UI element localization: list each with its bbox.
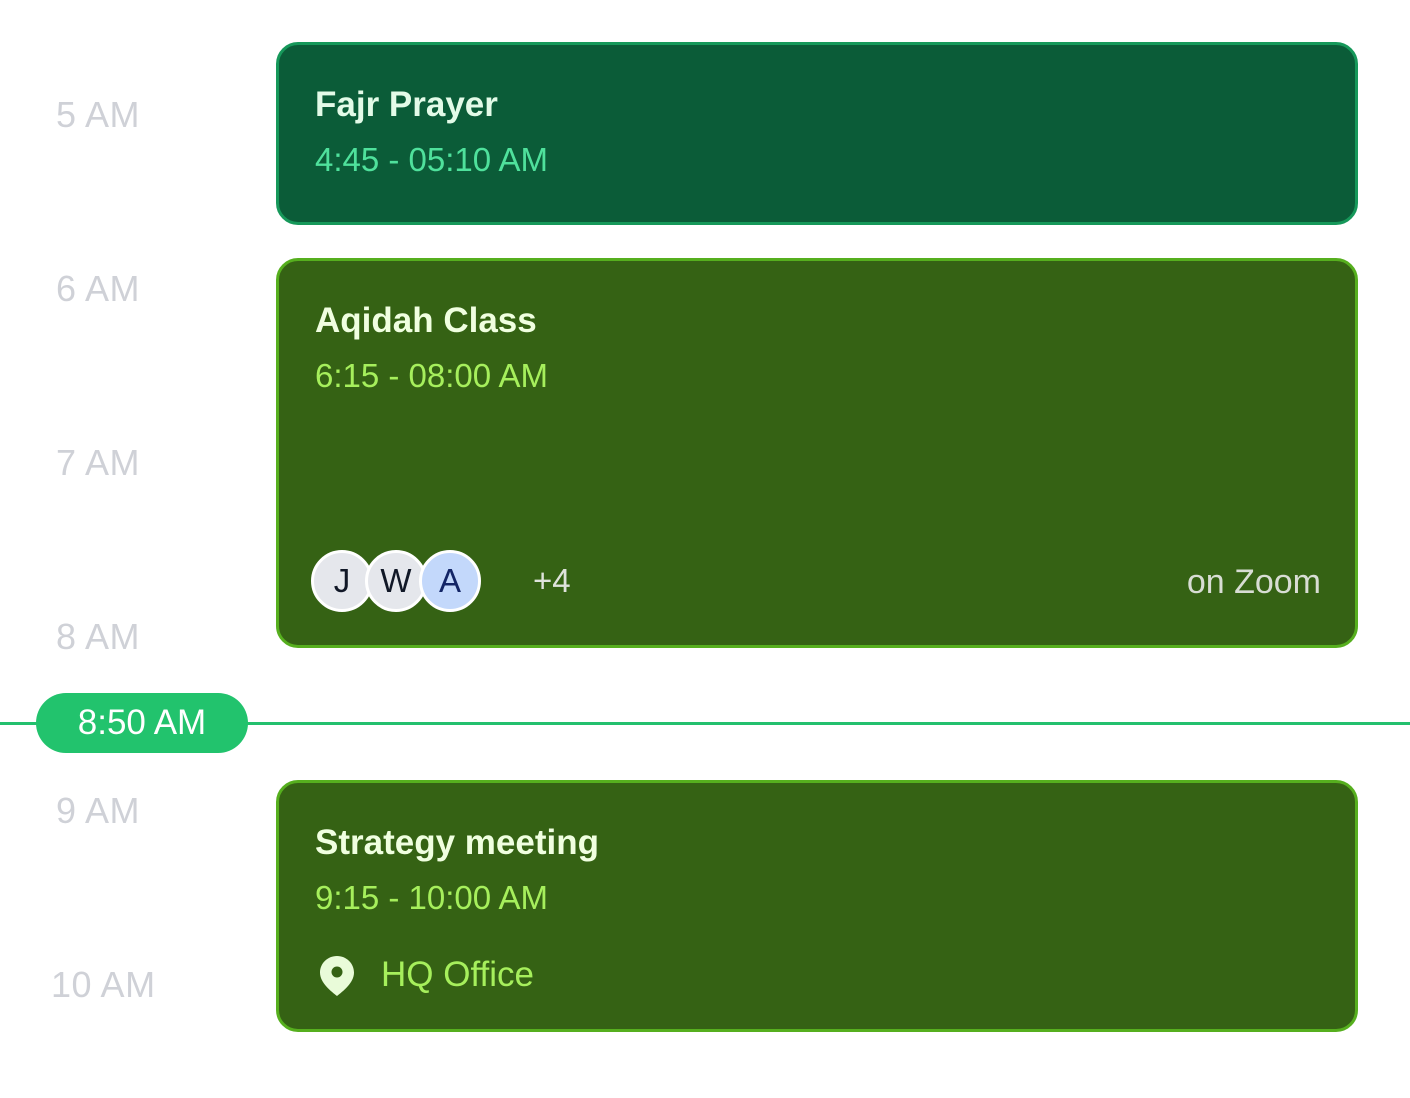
avatar[interactable]: W [365, 550, 427, 612]
event-location: on Zoom [1186, 563, 1321, 601]
hour-label-10am: 10 AM [51, 964, 156, 1005]
hour-label-6am: 6 AM [56, 268, 141, 309]
event-location: HQ Office [381, 955, 535, 994]
event-title: Aqidah Class [315, 301, 537, 340]
hour-label-9am: 9 AM [56, 790, 141, 831]
event-card-strategy-meeting[interactable]: Strategy meeting 9:15 - 10:00 AM HQ Offi… [276, 780, 1358, 1032]
event-card-aqidah-class[interactable]: Aqidah Class 6:15 - 08:00 AM J W A +4 on… [276, 258, 1358, 648]
hour-label-5am: 5 AM [56, 94, 141, 135]
event-title: Strategy meeting [315, 823, 599, 862]
more-attendees-count[interactable]: +4 [533, 562, 571, 600]
event-card-fajr-prayer[interactable]: Fajr Prayer 4:45 - 05:10 AM [276, 42, 1358, 225]
hour-label-7am: 7 AM [56, 442, 141, 483]
event-time: 9:15 - 10:00 AM [315, 879, 548, 916]
current-time-badge: 8:50 AM [36, 693, 248, 753]
map-pin-icon [320, 956, 354, 996]
event-time: 6:15 - 08:00 AM [315, 357, 548, 394]
hour-label-8am: 8 AM [56, 616, 141, 657]
avatar[interactable]: A [419, 550, 481, 612]
event-title: Fajr Prayer [315, 85, 498, 124]
avatar[interactable]: J [311, 550, 373, 612]
event-time: 4:45 - 05:10 AM [315, 141, 548, 178]
